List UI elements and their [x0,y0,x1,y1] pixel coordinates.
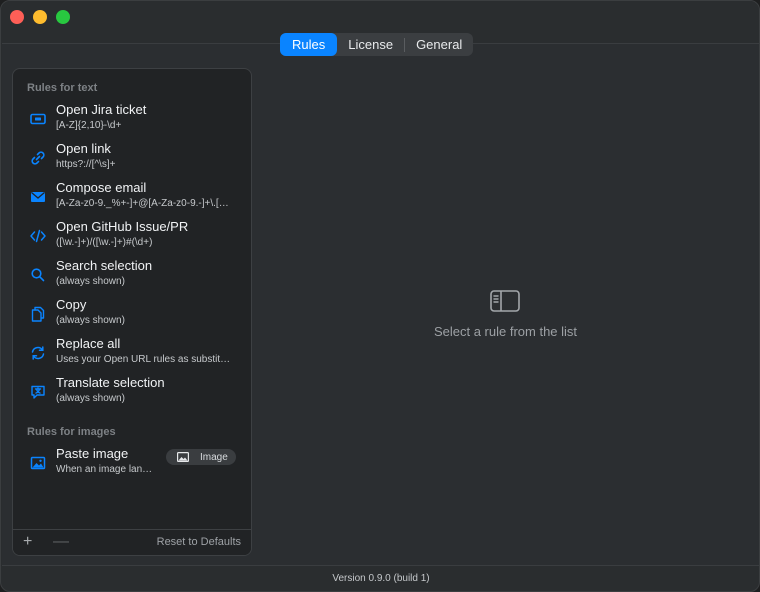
rule-title: Translate selection [56,375,165,390]
close-window-button[interactable] [10,10,24,24]
minimize-window-button[interactable] [33,10,47,24]
rule-compose-email[interactable]: Compose email [A-Za-z0-9._%+-]+@[A-Za-z0… [13,178,251,217]
tab-bar: Rules License General [280,33,474,56]
rule-pattern: (always shown) [56,276,125,287]
tab-rules[interactable]: Rules [280,33,338,56]
rule-open-jira-ticket[interactable]: Open Jira ticket [A-Z]{2,10}-\d+ [13,100,251,139]
title-bar [1,1,759,35]
rule-title: Compose email [56,180,147,195]
rule-pattern: [A-Za-z0-9._%+-]+@[A-Za-z0-9.-]+\.[A-Za-… [56,198,231,209]
version-label: Version 0.9.0 (build 1) [332,573,430,584]
sidebar-footer: + — Reset to Defaults [13,529,251,555]
code-icon [29,227,47,245]
rule-title: Replace all [56,336,121,351]
rule-pattern: [A-Z]{2,10}-\d+ [56,120,122,131]
rule-open-link[interactable]: Open link https?://[^\s]+ [13,139,251,178]
rule-title: Open GitHub Issue/PR [56,219,189,234]
sidebar-icon [490,290,520,312]
rule-pattern: https?://[^\s]+ [56,159,116,170]
rule-pattern: (always shown) [56,315,125,326]
rule-paste-image[interactable]: Paste image When an image lands on the c… [13,444,251,483]
settings-window: Rules License General Rules for text Ope… [0,0,760,592]
rule-translate-selection[interactable]: Translate selection (always shown) [13,373,251,412]
envelope-icon [29,188,47,206]
rule-title: Paste image [56,446,129,461]
rule-title: Open link [56,141,111,156]
link-icon [29,149,47,167]
rule-pattern: ([\w.-]+)/([\w.-]+)#(\d+) [56,237,153,248]
tab-license[interactable]: License [337,33,404,56]
text-rules-section-title: Rules for text [27,82,98,94]
image-rules-section-title: Rules for images [27,426,116,438]
rule-title: Search selection [56,258,153,273]
detail-empty-state: Select a rule from the list [252,44,759,566]
zoom-window-button[interactable] [56,10,70,24]
ticket-icon [29,110,47,128]
badge-label: Image [200,451,228,463]
copy-icon [29,305,47,323]
rule-replace-all[interactable]: Replace all Uses your Open URL rules as … [13,334,251,373]
tab-general[interactable]: General [405,33,473,56]
rule-pattern: Uses your Open URL rules as substitution… [56,354,231,365]
rule-open-github-issue[interactable]: Open GitHub Issue/PR ([\w.-]+)/([\w.-]+)… [13,217,251,256]
image-type-badge: Image [166,449,236,465]
reset-to-defaults-button[interactable]: Reset to Defaults [157,536,241,548]
rule-pattern: (always shown) [56,393,125,404]
rule-title: Copy [56,297,87,312]
empty-state-message: Select a rule from the list [433,324,578,339]
photo-icon [177,452,189,462]
remove-rule-button[interactable]: — [53,533,69,551]
rule-copy[interactable]: Copy (always shown) [13,295,251,334]
rule-title: Open Jira ticket [56,102,147,117]
refresh-icon [29,344,47,362]
add-rule-button[interactable]: + [23,533,32,551]
rule-description: When an image lands on the clipboard [56,464,156,475]
image-icon [29,454,47,472]
rules-sidebar: Rules for text Open Jira ticket [A-Z]{2,… [12,68,252,556]
rule-search-selection[interactable]: Search selection (always shown) [13,256,251,295]
search-icon [29,266,47,284]
translate-icon [29,383,47,401]
